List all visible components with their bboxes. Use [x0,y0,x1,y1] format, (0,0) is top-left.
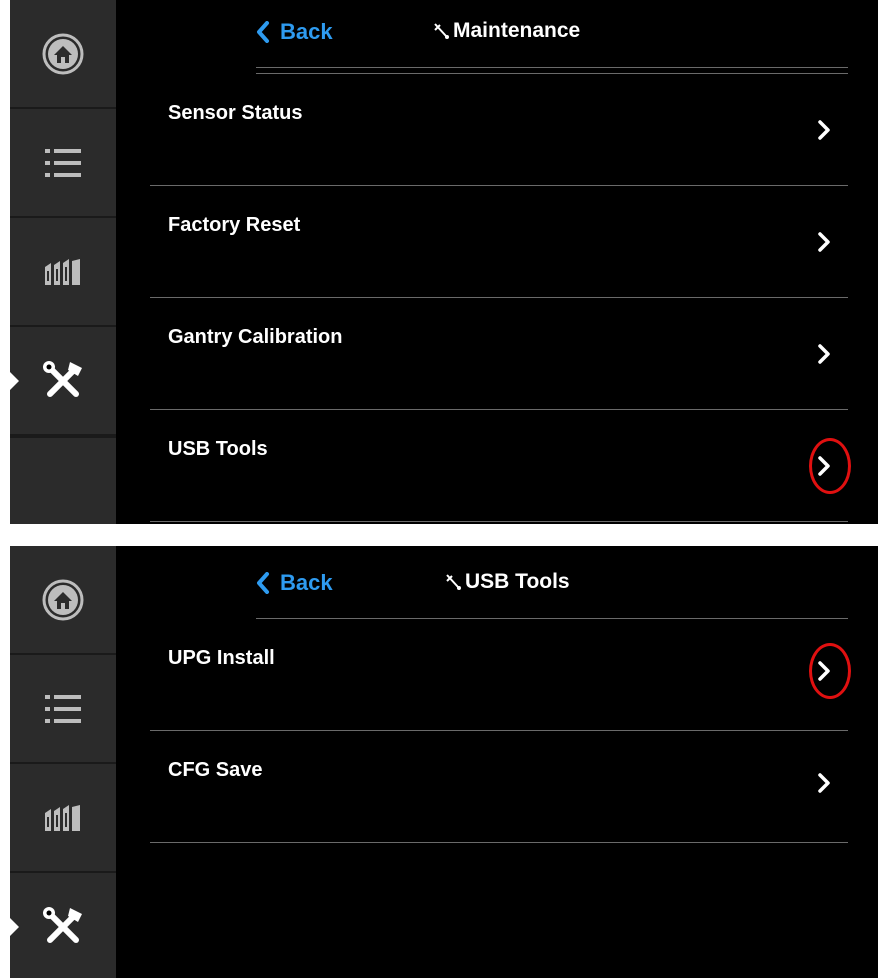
wrench-icon [434,23,449,39]
sidebar-reagents-button[interactable] [10,764,116,873]
page-title: USB Tools [443,570,570,594]
back-label: Back [280,19,333,44]
menu-item-label: UPG Install [168,647,275,669]
back-button[interactable]: Back [256,570,333,596]
sidebar-home-button[interactable] [10,546,116,655]
list-icon [45,694,81,723]
sidebar-list-button[interactable] [10,655,116,764]
menu-item-sensor-status[interactable]: Sensor Status [150,74,848,186]
header-divider [256,67,848,68]
menu-item-gantry-calibration[interactable]: Gantry Calibration [150,298,848,410]
chevron-right-icon [818,772,830,793]
tools-icon [43,906,82,943]
home-icon [42,579,84,620]
menu-item-label: Factory Reset [168,214,301,236]
chevron-right-icon [818,231,830,252]
sidebar [10,0,116,524]
back-button[interactable]: Back [256,19,333,45]
chevron-right-icon [818,119,830,140]
menu-item-label: CFG Save [168,759,263,781]
tools-icon [43,360,82,397]
menu-item-factory-reset[interactable]: Factory Reset [150,186,848,298]
menu-item-label: Gantry Calibration [168,326,343,348]
page-title-text: USB Tools [465,570,570,593]
page-title-text: Maintenance [453,19,581,42]
chevron-left-icon [257,21,269,43]
sidebar-reagents-button[interactable] [10,218,116,327]
sidebar-spacer [10,436,116,524]
sidebar-tools-button[interactable] [10,873,116,978]
highlight-ring [809,438,851,494]
reagents-icon [45,258,80,285]
sidebar-tools-button[interactable] [10,327,116,436]
menu-item-upg-install[interactable]: UPG Install [150,619,851,731]
chevron-left-icon [257,572,269,594]
usb-tools-screen: Back USB Tools UPG Install CFG Save [10,546,878,978]
page-title: Maintenance [431,19,580,43]
menu-item-label: Sensor Status [168,102,303,124]
header: Back USB Tools [116,546,878,614]
menu-item-usb-tools[interactable]: USB Tools [150,410,851,522]
back-label: Back [280,570,333,595]
header: Back Maintenance [116,0,878,68]
highlight-ring [809,643,851,699]
sidebar-home-button[interactable] [10,0,116,109]
sidebar [10,546,116,978]
maintenance-screen: Back Maintenance Sensor Status Factory R… [10,0,878,524]
menu-item-cfg-save[interactable]: CFG Save [150,731,848,843]
wrench-icon [446,574,461,590]
chevron-right-icon [818,343,830,364]
sidebar-list-button[interactable] [10,109,116,218]
home-icon [42,33,84,74]
menu-item-label: USB Tools [168,438,268,460]
reagents-icon [45,804,80,831]
list-icon [45,148,81,177]
